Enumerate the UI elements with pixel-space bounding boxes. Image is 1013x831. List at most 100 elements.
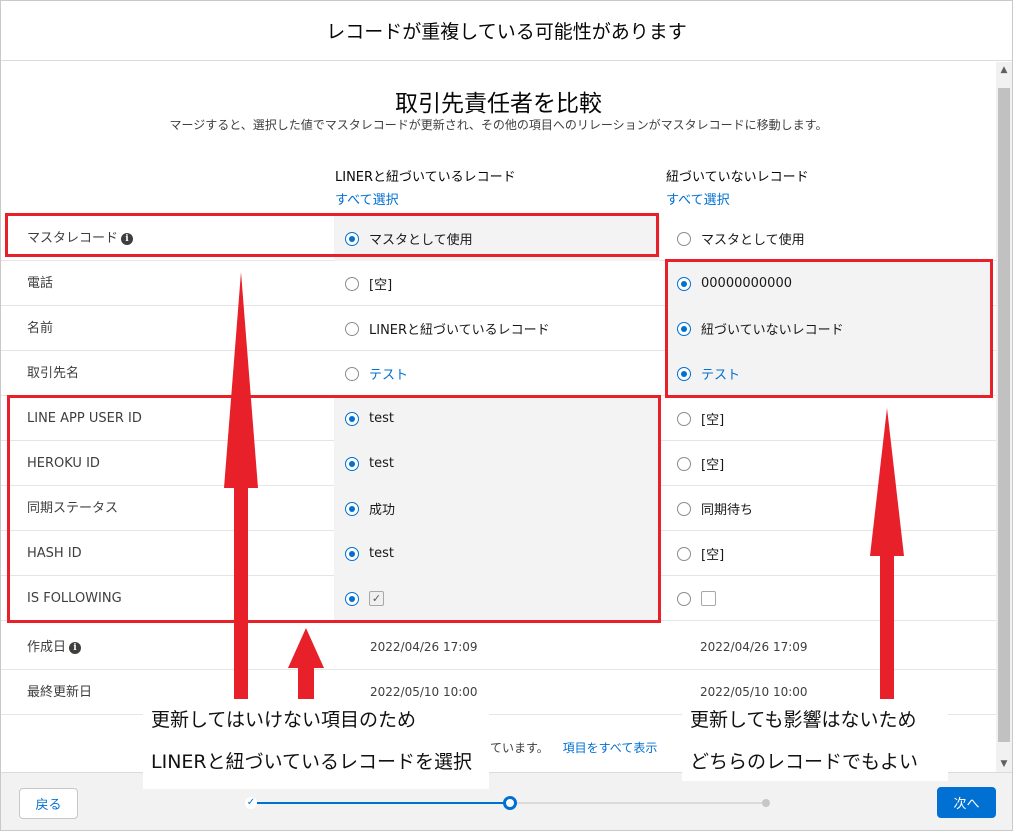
scroll-thumb[interactable] <box>998 88 1010 742</box>
field-row-heroku-id: HEROKU ID test [空] <box>1 441 996 486</box>
right-radio[interactable] <box>677 276 691 291</box>
master-right-radio[interactable] <box>677 231 691 246</box>
left-value: LINERと紐づいているレコード <box>369 323 550 338</box>
right-value-cell[interactable]: [空] <box>666 396 993 441</box>
modal-header: レコードが重複している可能性があります <box>1 1 1012 61</box>
row-label: 取引先名 <box>27 366 80 381</box>
row-label: 作成日 i <box>27 625 82 670</box>
compare-subtitle: マージすると、選択した値でマスタレコードが更新され、その他の項目へのリレーション… <box>169 118 828 132</box>
vertical-scrollbar[interactable]: ▲ ▼ <box>996 62 1012 772</box>
left-created-date: 2022/04/26 17:09 <box>370 640 478 654</box>
right-column-heading: 紐づいていないレコード <box>666 170 809 185</box>
left-value: [空] <box>369 278 393 293</box>
scroll-down-icon[interactable]: ▼ <box>996 756 1012 772</box>
right-value: 00000000000 <box>701 276 792 291</box>
master-left-radio[interactable] <box>345 231 359 246</box>
master-right-cell[interactable]: マスタとして使用 <box>666 216 993 261</box>
right-value-cell[interactable]: 00000000000 <box>666 261 993 306</box>
left-checkbox-checked: ✓ <box>369 591 384 606</box>
left-account-link[interactable]: テスト <box>369 364 408 383</box>
right-account-link[interactable]: テスト <box>701 364 740 383</box>
left-column-header: LINERと紐づいているレコード すべて選択 <box>335 166 516 208</box>
right-value-cell[interactable]: 紐づいていないレコード <box>666 306 993 351</box>
left-value-cell[interactable]: [空] <box>334 261 660 306</box>
right-radio[interactable] <box>677 456 691 471</box>
right-radio[interactable] <box>677 366 691 381</box>
step-complete-check-icon[interactable]: ✓ <box>245 797 257 809</box>
left-value-cell[interactable]: test <box>334 531 660 576</box>
left-annotation-note: 更新してはいけない項目のため LINERと紐づいているレコードを選択 <box>143 699 489 789</box>
row-label: HEROKU ID <box>27 456 100 471</box>
left-value-cell[interactable]: test <box>334 396 660 441</box>
row-label: 最終更新日 <box>27 685 93 700</box>
master-record-label: マスタレコード <box>27 231 119 246</box>
step-current[interactable] <box>503 796 517 810</box>
left-radio[interactable] <box>345 411 359 426</box>
master-right-label: マスタとして使用 <box>701 233 805 248</box>
field-row-phone: 電話 [空] 00000000000 <box>1 261 996 306</box>
left-radio[interactable] <box>345 456 359 471</box>
scroll-up-icon[interactable]: ▲ <box>996 62 1012 78</box>
field-row-name: 名前 LINERと紐づいているレコード 紐づいていないレコード <box>1 306 996 351</box>
right-value: [空] <box>701 413 725 428</box>
left-radio[interactable] <box>345 366 359 381</box>
right-radio[interactable] <box>677 411 691 426</box>
show-all-fields-link[interactable]: 項目をすべて表示 <box>563 741 658 755</box>
step-upcoming[interactable] <box>762 799 770 807</box>
right-value-cell[interactable] <box>666 576 993 621</box>
left-radio[interactable] <box>345 546 359 561</box>
row-label: LINE APP USER ID <box>27 411 142 426</box>
master-left-label: マスタとして使用 <box>369 233 473 248</box>
left-value-cell[interactable]: ✓ <box>334 576 660 621</box>
right-value: [空] <box>701 458 725 473</box>
row-label: マスタレコード i <box>27 216 134 261</box>
left-radio[interactable] <box>345 501 359 516</box>
left-value-cell[interactable]: 成功 <box>334 486 660 531</box>
left-value-cell[interactable]: test <box>334 441 660 486</box>
left-radio[interactable] <box>345 276 359 291</box>
field-row-account-name: 取引先名 テスト テスト <box>1 351 996 396</box>
master-record-row: マスタレコード i マスタとして使用 マスタとして使用 <box>1 216 996 261</box>
readonly-row-created-date: 作成日 i 2022/04/26 17:09 2022/04/26 17:09 <box>1 625 996 670</box>
right-value-cell[interactable]: テスト <box>666 351 993 396</box>
left-value: test <box>369 411 394 426</box>
created-date-label: 作成日 <box>27 640 67 655</box>
info-icon[interactable]: i <box>69 641 82 654</box>
right-radio[interactable] <box>677 546 691 561</box>
row-label: 電話 <box>27 276 54 291</box>
right-radio[interactable] <box>677 501 691 516</box>
left-radio[interactable] <box>345 321 359 336</box>
left-radio[interactable] <box>345 591 359 606</box>
right-value: 同期待ち <box>701 503 754 518</box>
right-column-header: 紐づいていないレコード すべて選択 <box>666 166 809 208</box>
left-value-cell[interactable]: LINERと紐づいているレコード <box>334 306 660 351</box>
left-value: test <box>369 456 394 471</box>
right-value-cell[interactable]: 同期待ち <box>666 486 993 531</box>
field-info-text: ています。 項目をすべて表示 <box>490 739 657 756</box>
info-icon[interactable]: i <box>121 232 134 245</box>
back-button[interactable]: 戻る <box>19 788 78 819</box>
field-row-is-following: IS FOLLOWING ✓ <box>1 576 996 621</box>
right-value-cell[interactable]: [空] <box>666 531 993 576</box>
left-value-cell[interactable]: テスト <box>334 351 660 396</box>
right-value: 紐づいていないレコード <box>701 323 844 338</box>
master-left-cell[interactable]: マスタとして使用 <box>334 216 660 261</box>
field-info-partial: ています。 <box>490 741 549 755</box>
modal-body: 取引先責任者を比較 マージすると、選択した値でマスタレコードが更新され、その他の… <box>1 62 996 772</box>
right-radio[interactable] <box>677 321 691 336</box>
right-annotation-note: 更新しても影響はないため どちらのレコードでもよい <box>682 699 948 781</box>
right-radio[interactable] <box>677 591 691 606</box>
left-select-all-link[interactable]: すべて選択 <box>335 189 516 208</box>
row-label: IS FOLLOWING <box>27 591 122 606</box>
right-value: [空] <box>701 548 725 563</box>
right-select-all-link[interactable]: すべて選択 <box>666 189 809 208</box>
right-value-cell[interactable]: [空] <box>666 441 993 486</box>
compare-title: 取引先責任者を比較 <box>395 91 602 117</box>
next-button[interactable]: 次へ <box>937 787 996 818</box>
left-value: 成功 <box>369 503 396 518</box>
left-note-line1: 更新してはいけない項目のため <box>151 709 417 731</box>
field-row-hash-id: HASH ID test [空] <box>1 531 996 576</box>
row-label: 同期ステータス <box>27 501 119 516</box>
row-label: 名前 <box>27 321 54 336</box>
row-label: HASH ID <box>27 546 82 561</box>
